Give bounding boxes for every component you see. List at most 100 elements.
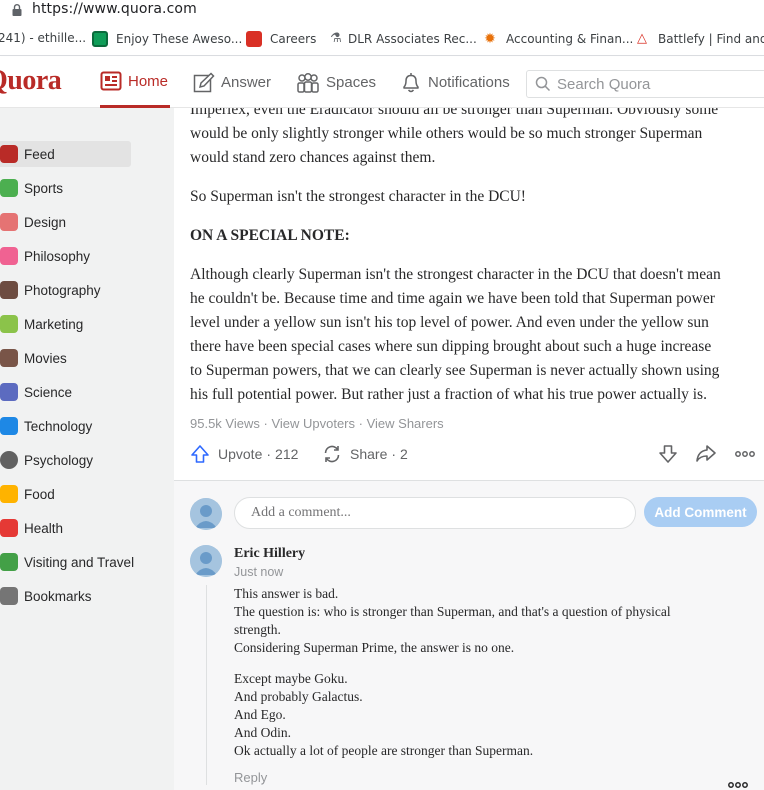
bookmark-item[interactable]: 241) - ethille... (0, 31, 86, 45)
answer-stats: 95.5k Views · View Upvoters · View Share… (190, 416, 444, 431)
comment-line: This answer is bad. (234, 586, 339, 601)
quora-logo[interactable]: Quora (0, 65, 62, 97)
address-bar[interactable]: https://www.quora.com (0, 0, 764, 22)
share-button[interactable]: Share · 2 (322, 444, 408, 464)
swirl-icon: ✹ (484, 31, 496, 47)
downvote-icon (659, 445, 677, 463)
quora-header: Quora Home Answer Spaces Notifications S… (0, 57, 764, 108)
user-icon (190, 498, 222, 530)
sidebar-item-label: Bookmarks (24, 588, 92, 604)
nav-spaces[interactable]: Spaces (296, 57, 376, 108)
sidebar-item-label: Science (24, 384, 73, 400)
search-icon (535, 76, 551, 92)
people-icon (297, 72, 319, 93)
text-line: would be only slightly stronger while ot… (190, 125, 703, 142)
sidebar-item-movies[interactable]: Movies (0, 345, 131, 371)
sidebar-item-design[interactable]: Design (0, 209, 131, 235)
bookmark-label: Battlefy | Find and... (658, 32, 764, 46)
sidebar-item-label: Food (24, 486, 55, 502)
sidebar-item-bookmarks[interactable]: Bookmarks (0, 583, 131, 609)
downvote-button[interactable] (658, 444, 686, 464)
nav-notifications-label: Notifications (428, 74, 510, 91)
bookmark-item[interactable]: Enjoy These Aweso... (92, 31, 242, 47)
sidebar-item-photography[interactable]: Photography (0, 277, 131, 303)
battlefy-icon: △ (637, 31, 647, 46)
comment-line: And Odin. (234, 725, 291, 740)
bookmark-item[interactable]: ✹ Accounting & Finan... (482, 31, 633, 47)
science-icon (0, 383, 18, 401)
comment-input[interactable]: Add a comment... (234, 497, 636, 529)
answer-heading: ON A SPECIAL NOTE: (190, 227, 350, 244)
home-icon (100, 71, 122, 91)
reply-button[interactable]: Reply (234, 770, 267, 785)
more-icon (728, 782, 748, 788)
upvote-label: Upvote (218, 446, 263, 462)
sidebar-item-technology[interactable]: Technology (0, 413, 131, 439)
answer-content: Imperiex, even the Eradicator should all… (174, 108, 764, 790)
feed-icon (0, 145, 18, 163)
share-icon (324, 445, 340, 463)
more-options-button[interactable] (734, 446, 764, 462)
view-upvoters-link[interactable]: View Upvoters (271, 416, 355, 431)
comment-line: And probably Galactus. (234, 689, 363, 704)
search-input[interactable]: Search Quora (526, 70, 764, 98)
bookmark-label: Accounting & Finan... (506, 32, 634, 46)
avatar[interactable] (190, 498, 222, 530)
comment-line: Considering Superman Prime, the answer i… (234, 640, 515, 655)
sidebar: Feed Sports Design Philosophy Photograph… (0, 108, 174, 790)
nav-spaces-label: Spaces (326, 74, 377, 91)
health-icon (0, 519, 18, 537)
view-count: 95.5k Views (190, 416, 260, 431)
comment-line: And Ego. (234, 707, 286, 722)
sidebar-item-marketing[interactable]: Marketing (0, 311, 131, 337)
add-comment-button[interactable]: Add Comment (644, 497, 757, 527)
sidebar-item-food[interactable]: Food (0, 481, 131, 507)
nav-home-label: Home (128, 72, 169, 90)
answer-paragraph: So Superman isn't the strongest characte… (190, 188, 526, 205)
comment-author[interactable]: Eric Hillery (234, 546, 305, 562)
marketing-icon (0, 315, 18, 333)
answer-paragraph: Although clearly Superman isn't the stro… (190, 263, 760, 407)
sidebar-item-health[interactable]: Health (0, 515, 131, 541)
url-text[interactable]: https://www.quora.com (32, 1, 197, 17)
bookmark-item[interactable]: Careers (246, 31, 316, 47)
nav-notifications[interactable]: Notifications (400, 57, 510, 108)
view-sharers-link[interactable]: View Sharers (367, 416, 444, 431)
answer-paragraph: Imperiex, even the Eradicator should all… (190, 108, 760, 170)
sidebar-item-label: Psychology (24, 452, 94, 468)
text-line: there have been special cases where sun … (190, 338, 712, 355)
comment-body: This answer is bad. The question is: who… (206, 585, 746, 785)
sidebar-item-label: Design (24, 214, 67, 230)
sidebar-item-science[interactable]: Science (0, 379, 131, 405)
bookmark-label: 241) - ethille... (0, 31, 87, 45)
sports-icon (0, 179, 18, 197)
share-count: 2 (400, 446, 408, 462)
bell-icon (403, 72, 419, 92)
comment-line: Except maybe Goku. (234, 671, 348, 686)
comment-more-button[interactable] (727, 778, 749, 790)
design-icon (0, 213, 18, 231)
sidebar-item-philosophy[interactable]: Philosophy (0, 243, 131, 269)
sidebar-item-visiting-and-travel[interactable]: Visiting and Travel (0, 549, 150, 575)
sidebar-item-sports[interactable]: Sports (0, 175, 131, 201)
bookmark-item[interactable]: ⚗ DLR Associates Rec... (330, 31, 477, 47)
upvote-count: 212 (275, 446, 299, 462)
text-line: Although clearly Superman isn't the stro… (190, 266, 721, 283)
nav-answer[interactable]: Answer (193, 57, 271, 108)
upvote-button[interactable]: Upvote · 212 (190, 444, 298, 464)
forward-icon (696, 445, 716, 462)
bookmark-item[interactable]: △ Battlefy | Find and... (634, 31, 764, 47)
comment-line: Ok actually a lot of people are stronger… (234, 743, 534, 758)
forward-button[interactable] (695, 444, 725, 464)
sidebar-item-label: Sports (24, 180, 64, 196)
sidebar-item-label: Marketing (24, 316, 84, 332)
comment-line: The question is: who is stronger than Su… (234, 604, 671, 619)
comment-line: strength. (234, 622, 281, 637)
bookmarks-bar: 241) - ethille... Enjoy These Aweso... C… (0, 22, 764, 56)
sidebar-item-feed[interactable]: Feed (0, 141, 131, 167)
sidebar-item-label: Technology (24, 418, 93, 434)
avatar[interactable] (190, 545, 222, 577)
nav-home[interactable]: Home (100, 57, 170, 108)
sidebar-item-psychology[interactable]: Psychology (0, 447, 131, 473)
photography-icon (0, 281, 18, 299)
